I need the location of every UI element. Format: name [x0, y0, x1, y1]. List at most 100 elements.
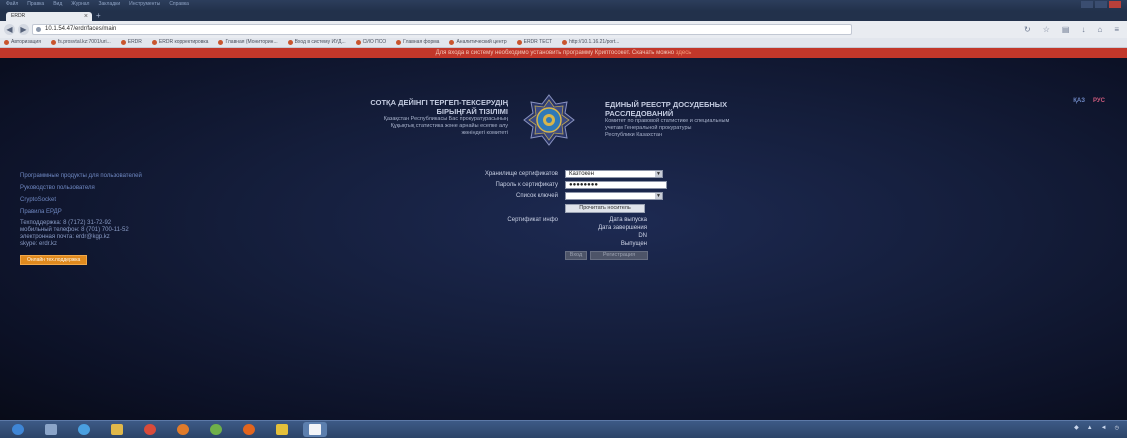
- taskbar-word-icon[interactable]: [303, 422, 327, 437]
- taskbar-folder-icon[interactable]: [105, 422, 129, 437]
- login-button[interactable]: Вход: [565, 251, 587, 260]
- menu-edit[interactable]: Правка: [27, 1, 44, 7]
- taskbar-chrome-icon[interactable]: [138, 422, 162, 437]
- bookmark[interactable]: http://10.1.16.21/port...: [562, 39, 619, 45]
- password-label: Пароль к сертификату: [495, 182, 558, 188]
- read-media-button[interactable]: Прочитать носитель: [565, 204, 645, 213]
- key-list-select[interactable]: ▼: [565, 192, 663, 200]
- bookmark[interactable]: ERDR: [120, 39, 142, 45]
- subtitle-ru-line3: Республики Казахстан: [605, 132, 662, 138]
- notice-download-link[interactable]: здесь: [676, 50, 692, 56]
- new-tab-button[interactable]: +: [96, 12, 101, 20]
- menu-history[interactable]: Журнал: [71, 1, 89, 7]
- bookmark-icon: [151, 39, 157, 45]
- password-input[interactable]: ●●●●●●●●: [565, 181, 667, 189]
- password-value: ●●●●●●●●: [569, 182, 598, 188]
- login-page: ҚАЗ РУС СОТҚА ДЕЙІНГІ ТЕРГЕП-ТЕКСЕРУДІҢ …: [0, 58, 1127, 420]
- bookmark[interactable]: Авторизация: [4, 39, 41, 45]
- language-switcher: ҚАЗ РУС: [1073, 98, 1105, 104]
- minimize-button[interactable]: [1081, 1, 1093, 8]
- tray-flag-icon[interactable]: ▲: [1087, 425, 1093, 431]
- cert-store-select[interactable]: Казтокен ▼: [565, 170, 663, 178]
- menu-tools[interactable]: Инструменты: [129, 1, 160, 7]
- browser-menu: Файл Правка Вид Журнал Закладки Инструме…: [6, 1, 189, 7]
- bookmark-icon: [120, 39, 126, 45]
- taskbar-photos-icon[interactable]: [270, 422, 294, 437]
- hamburger-menu-icon[interactable]: ≡: [1114, 24, 1119, 35]
- subtitle-ru-line1: Комитет по правовой статистике и специал…: [605, 118, 730, 124]
- menu-file[interactable]: Файл: [6, 1, 18, 7]
- bookmark[interactable]: ERDR ТЕСТ: [516, 39, 552, 45]
- menu-help[interactable]: Справка: [169, 1, 189, 7]
- maximize-button[interactable]: [1095, 1, 1107, 8]
- menu-link-software[interactable]: Программные продукты для пользователей: [20, 172, 250, 181]
- subtitle-kz-line2: Құқықтық статистика және арнайы есепке а…: [390, 123, 508, 129]
- bookmark[interactable]: СИО ПСО: [355, 39, 386, 45]
- menu-bookmarks[interactable]: Закладки: [98, 1, 120, 7]
- tab-close-icon[interactable]: ×: [84, 12, 88, 21]
- tray-clock-icon[interactable]: ◷: [1115, 425, 1119, 431]
- download-icon[interactable]: ↓: [1081, 24, 1085, 35]
- home-icon[interactable]: ⌂: [1097, 24, 1102, 35]
- expiry-date-label: Дата завершения: [598, 225, 647, 231]
- cert-info-fields: Дата выпуска Дата завершения DN Выпущен: [565, 216, 647, 248]
- menu-view[interactable]: Вид: [53, 1, 62, 7]
- dn-label: DN: [638, 233, 647, 239]
- lang-kz-link[interactable]: ҚАЗ: [1073, 98, 1085, 104]
- menu-link-user-guide[interactable]: Руководство пользователя: [20, 184, 250, 193]
- browser-titlebar: Файл Правка Вид Журнал Закладки Инструме…: [0, 0, 1127, 11]
- window-close-button[interactable]: [1109, 1, 1121, 8]
- star-icon[interactable]: ☆: [1043, 24, 1050, 35]
- support-phone: Техподдержка: 8 (7172) 31-72-92: [20, 220, 112, 226]
- taskbar-app-icon[interactable]: [204, 422, 228, 437]
- title-kz-line2: БІРЫҢҒАЙ ТІЗІЛІМІ: [436, 107, 508, 116]
- bookmark[interactable]: Главная форма: [396, 39, 439, 45]
- windows-taskbar: ◆ ▲ ◄ ◷: [0, 420, 1127, 438]
- support-mobile: мобильный телефон: 8 (701) 700-11-52: [20, 227, 129, 233]
- menu-link-rules[interactable]: Правила ЕРДР: [20, 208, 250, 217]
- window-controls: [1081, 1, 1121, 8]
- header-kazakh: СОТҚА ДЕЙІНГІ ТЕРГЕП-ТЕКСЕРУДІҢ БІРЫҢҒАЙ…: [280, 98, 508, 137]
- taskbar-ie-icon[interactable]: [72, 422, 96, 437]
- tab-title: ERDR: [11, 13, 26, 19]
- bookmark[interactable]: Аналитический центр: [449, 39, 507, 45]
- refresh-icon[interactable]: ↻: [1024, 24, 1031, 35]
- bookmark[interactable]: Главная (Мониторин...: [218, 39, 278, 45]
- site-info-icon[interactable]: [36, 27, 41, 32]
- bookmark-icon: [516, 39, 522, 45]
- header-russian: ЕДИНЫЙ РЕЕСТР ДОСУДЕБНЫХ РАССЛЕДОВАНИЙ К…: [605, 100, 845, 139]
- forward-icon[interactable]: ▶: [18, 24, 29, 35]
- back-icon[interactable]: ◀: [4, 24, 15, 35]
- bookmark-icon: [218, 39, 224, 45]
- tray-volume-icon[interactable]: ◄: [1101, 425, 1107, 431]
- register-button[interactable]: Регистрация: [590, 251, 648, 260]
- tab-erdr[interactable]: ERDR ×: [6, 12, 92, 21]
- navigation-bar: ◀ ▶ 10.1.54.47/erdr/faces/main ↻ ☆ ▤ ↓ ⌂…: [0, 21, 1127, 38]
- cert-store-value: Казтокен: [569, 171, 594, 177]
- subtitle-kz-line3: жөніндегі комитеті: [461, 130, 508, 136]
- row-cert-store: Хранилище сертификатов Казтокен ▼: [420, 170, 740, 179]
- notice-text: Для входа в систему необходимо установит…: [435, 50, 676, 56]
- address-bar[interactable]: 10.1.54.47/erdr/faces/main: [32, 24, 852, 35]
- bookmark[interactable]: fs.prosvtal.kz:7001/uri...: [50, 39, 111, 45]
- start-button[interactable]: [6, 422, 30, 437]
- title-kz-line1: СОТҚА ДЕЙІНГІ ТЕРГЕП-ТЕКСЕРУДІҢ: [370, 98, 508, 107]
- tray-language-icon[interactable]: ◆: [1074, 424, 1079, 431]
- toolbar-icons: ↻ ☆ ▤ ↓ ⌂ ≡: [1024, 24, 1119, 35]
- taskbar-explorer-icon[interactable]: [39, 422, 63, 437]
- bookmark-icon: [287, 39, 293, 45]
- url-text: 10.1.54.47/erdr/faces/main: [45, 26, 117, 32]
- taskbar-media-icon[interactable]: [171, 422, 195, 437]
- bookmark-icon: [4, 39, 9, 45]
- bookmark[interactable]: ERDR корректировка: [151, 39, 208, 45]
- taskbar-firefox-icon[interactable]: [237, 422, 261, 437]
- key-list-label: Список ключей: [515, 193, 558, 199]
- bookmark-icon: [355, 39, 361, 45]
- bookmark-icon: [396, 39, 402, 45]
- left-menu: Программные продукты для пользователей Р…: [20, 172, 250, 266]
- lang-ru-link[interactable]: РУС: [1093, 98, 1105, 104]
- online-support-button[interactable]: Онлайн тех.поддержка: [20, 255, 88, 265]
- library-icon[interactable]: ▤: [1062, 24, 1070, 35]
- menu-link-cryptosocket[interactable]: CryptoSocket: [20, 196, 250, 205]
- bookmark[interactable]: Вход в систему ИУД...: [287, 39, 346, 45]
